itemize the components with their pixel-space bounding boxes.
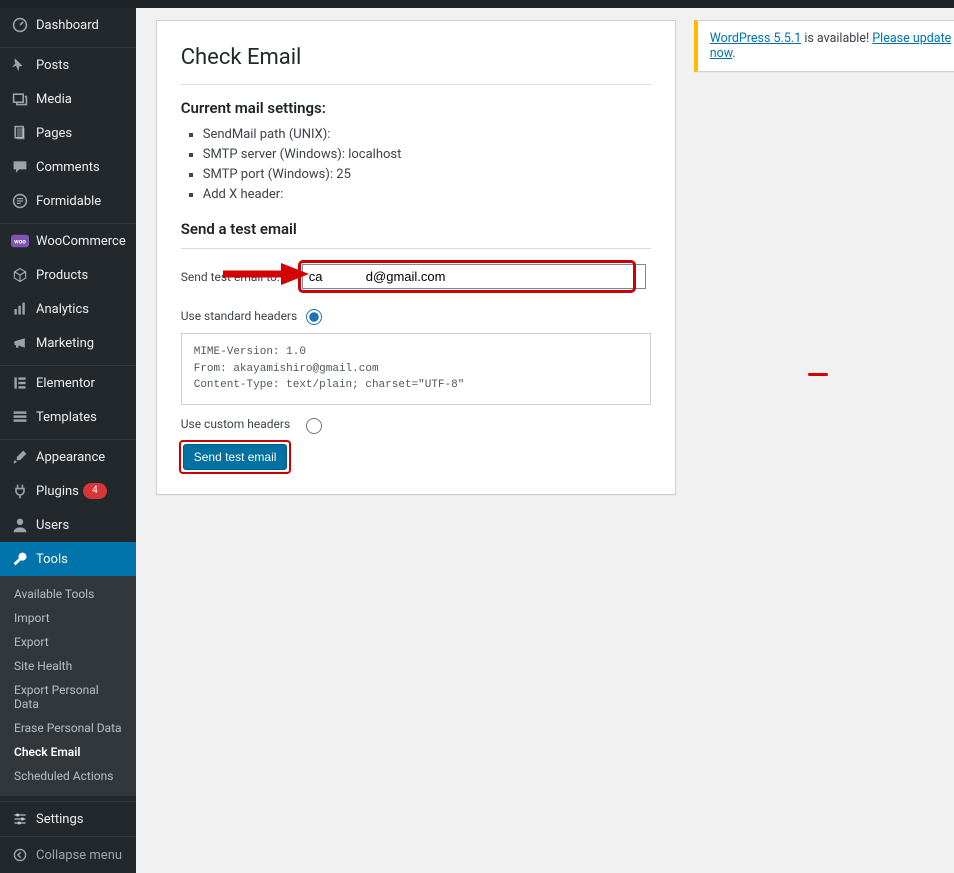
sidebar-item-label: Settings <box>36 812 83 827</box>
headers-preview: MIME-Version: 1.0 From: akayamishiro@gma… <box>181 333 651 405</box>
sidebar-item-posts[interactable]: Posts <box>0 48 136 82</box>
wordpress-version-link[interactable]: WordPress 5.5.1 <box>710 31 802 46</box>
setting-row: SMTP port (Windows): 25 <box>203 167 651 182</box>
wrench-icon <box>10 549 30 569</box>
sidebar-item-elementor[interactable]: Elementor <box>0 366 136 400</box>
setting-row: SendMail path (UNIX): <box>203 127 651 142</box>
setting-row: Add X header: <box>203 187 651 202</box>
standard-headers-radio[interactable] <box>306 309 322 325</box>
sidebar-item-pages[interactable]: Pages <box>0 116 136 150</box>
update-count-badge: 4 <box>83 483 107 499</box>
send-heading: Send a test email <box>181 220 651 238</box>
sidebar-item-label: Plugins <box>36 484 79 499</box>
sidebar-item-products[interactable]: Products <box>0 258 136 292</box>
setting-value: localhost <box>348 147 401 162</box>
tools-submenu: Available ToolsImportExportSite HealthEx… <box>0 576 136 796</box>
sidebar-item-templates[interactable]: Templates <box>0 400 136 434</box>
submenu-item-erase-personal-data[interactable]: Erase Personal Data <box>0 716 136 740</box>
check-email-card: Check Email Current mail settings: SendM… <box>156 20 676 495</box>
test-email-input[interactable] <box>302 264 646 289</box>
sidebar-item-analytics[interactable]: Analytics <box>0 292 136 326</box>
setting-key: SendMail path (UNIX): <box>203 127 331 142</box>
setting-row: SMTP server (Windows): localhost <box>203 147 651 162</box>
sidebar-item-comments[interactable]: Comments <box>0 150 136 184</box>
send-to-label: Send test email to: <box>181 270 301 284</box>
sidebar-item-label: Analytics <box>36 302 89 317</box>
elementor-icon <box>10 373 30 393</box>
update-notice: WordPress 5.5.1 is available! Please upd… <box>694 20 954 72</box>
cube-icon <box>10 265 30 285</box>
sidebar-item-label: Dashboard <box>36 18 99 33</box>
admin-sidebar: Dashboard Posts Media Pages Comments Formidab… <box>0 8 136 873</box>
sidebar-item-label: Marketing <box>36 336 94 351</box>
collapse-menu[interactable]: Collapse menu <box>0 836 136 873</box>
submenu-item-scheduled-actions[interactable]: Scheduled Actions <box>0 764 136 788</box>
user-icon <box>10 515 30 535</box>
setting-key: SMTP server (Windows): <box>203 147 345 162</box>
media-icon <box>10 89 30 109</box>
sidebar-item-settings[interactable]: Settings <box>0 802 136 836</box>
sidebar-item-media[interactable]: Media <box>0 82 136 116</box>
setting-key: SMTP port (Windows): <box>203 167 333 182</box>
send-test-email-button[interactable]: Send test email <box>183 444 288 470</box>
pin-icon <box>10 55 30 75</box>
page-title: Check Email <box>181 45 651 70</box>
sidebar-item-label: Comments <box>36 160 100 175</box>
submenu-item-check-email[interactable]: Check Email <box>0 740 136 764</box>
submenu-item-export-personal-data[interactable]: Export Personal Data <box>0 678 136 716</box>
templates-icon <box>10 407 30 427</box>
sidebar-item-label: Media <box>36 92 72 107</box>
sidebar-item-label: WooCommerce <box>36 234 126 249</box>
bars-icon <box>10 299 30 319</box>
notice-tail: . <box>732 46 735 61</box>
sidebar-item-label: Elementor <box>36 376 95 391</box>
woo-icon: woo <box>10 231 30 251</box>
sidebar-item-appearance[interactable]: Appearance <box>0 440 136 474</box>
submenu-item-site-health[interactable]: Site Health <box>0 654 136 678</box>
standard-headers-label: Use standard headers <box>181 309 301 323</box>
sidebar-item-users[interactable]: Users <box>0 508 136 542</box>
sidebar-item-formidable[interactable]: Formidable <box>0 184 136 218</box>
sidebar-item-label: Tools <box>36 552 68 567</box>
collapse-label: Collapse menu <box>36 848 122 863</box>
sliders-icon <box>10 809 30 829</box>
formidable-icon <box>10 191 30 211</box>
custom-headers-radio[interactable] <box>306 418 322 434</box>
main-content: Check Email Current mail settings: SendM… <box>136 8 954 873</box>
sidebar-item-label: Products <box>36 268 88 283</box>
divider <box>181 84 651 85</box>
settings-heading: Current mail settings: <box>181 99 651 117</box>
sidebar-item-woocommerce[interactable]: woo WooCommerce <box>0 224 136 258</box>
setting-key: Add X header: <box>203 187 284 202</box>
sidebar-item-tools[interactable]: Tools <box>0 542 136 576</box>
sidebar-item-label: Appearance <box>36 450 105 465</box>
brush-icon <box>10 447 30 467</box>
sidebar-item-label: Templates <box>36 410 97 425</box>
megaphone-icon <box>10 333 30 353</box>
sidebar-item-label: Posts <box>36 58 69 73</box>
sidebar-item-label: Formidable <box>36 194 101 209</box>
sidebar-item-plugins[interactable]: Plugins 4 <box>0 474 136 508</box>
plug-icon <box>10 481 30 501</box>
svg-text:woo: woo <box>14 238 26 246</box>
setting-value: 25 <box>336 167 351 182</box>
submenu-item-import[interactable]: Import <box>0 606 136 630</box>
custom-headers-label: Use custom headers <box>181 417 301 431</box>
sidebar-item-dashboard[interactable]: Dashboard <box>0 8 136 42</box>
submenu-item-export[interactable]: Export <box>0 630 136 654</box>
collapse-icon <box>10 845 30 865</box>
settings-list: SendMail path (UNIX): SMTP server (Window… <box>203 127 651 202</box>
sidebar-item-label: Pages <box>36 126 72 141</box>
red-mark-annotation <box>808 373 828 376</box>
sidebar-item-marketing[interactable]: Marketing <box>0 326 136 360</box>
notice-mid: is available! <box>801 31 872 46</box>
submenu-item-available-tools[interactable]: Available Tools <box>0 582 136 606</box>
sidebar-item-label: Users <box>36 518 69 533</box>
comment-icon <box>10 157 30 177</box>
page-icon <box>10 123 30 143</box>
dashboard-icon <box>10 15 30 35</box>
